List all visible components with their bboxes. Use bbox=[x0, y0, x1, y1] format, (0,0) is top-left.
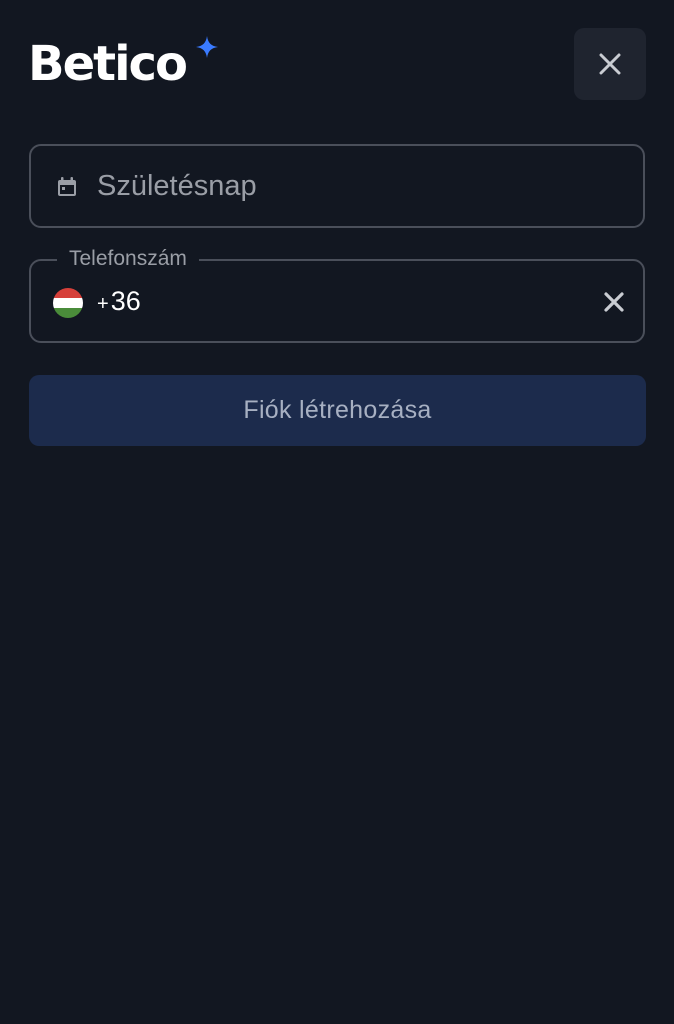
birthday-placeholder: Születésnap bbox=[97, 170, 257, 202]
logo: Betico bbox=[28, 36, 218, 92]
phone-prefix-plus: + bbox=[97, 293, 109, 315]
phone-prefix-code: 36 bbox=[110, 286, 141, 316]
phone-label: Telefonszám bbox=[57, 245, 199, 273]
sparkle-icon bbox=[196, 36, 218, 58]
header: Betico bbox=[28, 28, 646, 100]
close-button[interactable] bbox=[574, 28, 646, 100]
phone-field[interactable]: Telefonszám + 36 bbox=[29, 245, 645, 343]
clear-icon[interactable] bbox=[601, 289, 627, 315]
phone-prefix: + 36 bbox=[97, 286, 141, 317]
close-icon bbox=[599, 53, 621, 75]
birthday-field[interactable]: Születésnap bbox=[29, 144, 645, 228]
logo-text: Betico bbox=[28, 36, 188, 92]
calendar-icon bbox=[58, 177, 76, 196]
create-account-button[interactable]: Fiók létrehozása bbox=[29, 375, 646, 446]
hungary-flag-icon bbox=[53, 288, 83, 318]
